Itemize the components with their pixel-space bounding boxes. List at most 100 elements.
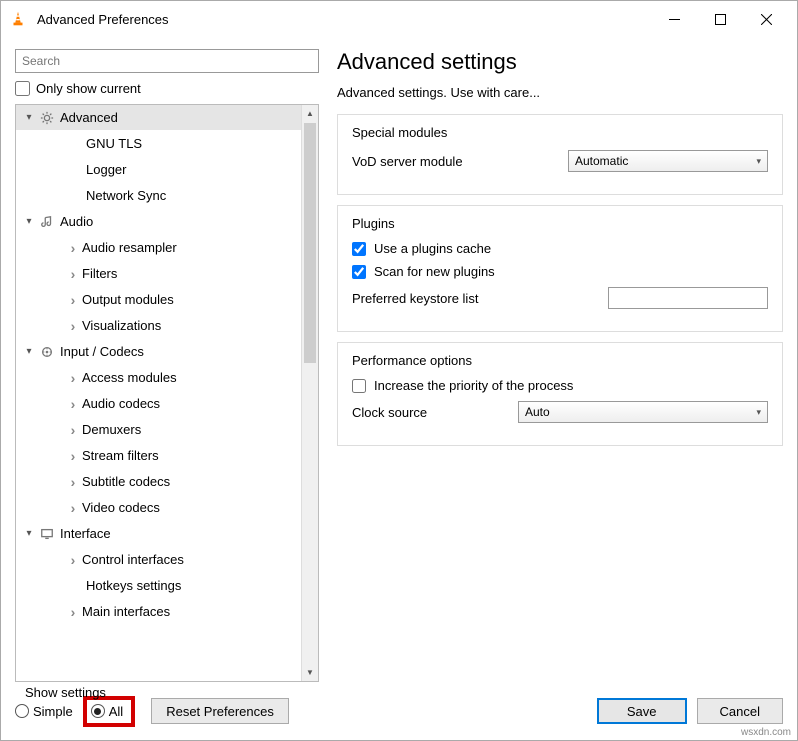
tree-item-advanced[interactable]: Advanced [16, 105, 318, 131]
interface-icon [38, 526, 56, 542]
search-input[interactable] [15, 49, 319, 73]
chevron-down-icon [22, 112, 36, 123]
vod-label: VoD server module [352, 154, 568, 169]
sidebar: Only show current Advanced GNU TLS Logger N… [15, 49, 319, 682]
chevron-right-icon [66, 266, 80, 282]
gear-icon [38, 110, 56, 126]
tree-item-label: Demuxers [82, 422, 141, 437]
simple-radio[interactable]: Simple [15, 704, 73, 719]
tree-item-label: Audio resampler [82, 240, 177, 255]
tree-item-subtitle-codecs[interactable]: Subtitle codecs [16, 469, 318, 495]
page-title: Advanced settings [337, 49, 783, 75]
performance-group: Performance options Increase the priorit… [337, 342, 783, 446]
tree-item-filters[interactable]: Filters [16, 261, 318, 287]
plugins-cache-checkbox[interactable]: Use a plugins cache [352, 241, 768, 256]
tree-item-input-codecs[interactable]: Input / Codecs [16, 339, 318, 365]
keystore-label: Preferred keystore list [352, 291, 608, 306]
tree-item-demuxers[interactable]: Demuxers [16, 417, 318, 443]
clock-source-combo[interactable]: Auto [518, 401, 768, 423]
special-modules-group: Special modules VoD server module Automa… [337, 114, 783, 195]
chevron-down-icon [22, 216, 36, 227]
chevron-down-icon [22, 346, 36, 357]
tree-item-label: Network Sync [86, 188, 166, 203]
codec-icon [38, 344, 56, 360]
maximize-button[interactable] [697, 4, 743, 34]
scroll-up-arrow[interactable]: ▲ [302, 105, 318, 122]
all-radio-highlight: All [83, 696, 135, 727]
tree-item-label: Input / Codecs [60, 344, 144, 359]
plugins-scan-checkbox[interactable]: Scan for new plugins [352, 264, 768, 279]
tree-item-label: Visualizations [82, 318, 161, 333]
tree-item-interface[interactable]: Interface [16, 521, 318, 547]
tree-item-logger[interactable]: Logger [16, 157, 318, 183]
tree-item-label: Hotkeys settings [86, 578, 181, 593]
priority-checkbox[interactable]: Increase the priority of the process [352, 378, 768, 393]
tree-item-label: Subtitle codecs [82, 474, 170, 489]
show-settings-label: Show settings [25, 685, 106, 700]
tree-item-audio-codecs[interactable]: Audio codecs [16, 391, 318, 417]
tree-item-label: Access modules [82, 370, 177, 385]
chevron-right-icon [66, 552, 80, 568]
chevron-right-icon [66, 604, 80, 620]
title-bar: Advanced Preferences [1, 1, 797, 37]
tree-item-network-sync[interactable]: Network Sync [16, 183, 318, 209]
all-radio[interactable]: All [91, 704, 123, 719]
chevron-down-icon [22, 528, 36, 539]
content-area: Only show current Advanced GNU TLS Logger N… [1, 37, 797, 682]
reset-preferences-button[interactable]: Reset Preferences [151, 698, 289, 724]
vlc-cone-icon [9, 10, 27, 28]
chevron-right-icon [66, 448, 80, 464]
chevron-right-icon [66, 474, 80, 490]
chevron-right-icon [66, 370, 80, 386]
tree-item-audio-resampler[interactable]: Audio resampler [16, 235, 318, 261]
tree-item-audio[interactable]: Audio [16, 209, 318, 235]
chevron-right-icon [66, 318, 80, 334]
tree-item-label: Control interfaces [82, 552, 184, 567]
tree-item-label: Main interfaces [82, 604, 170, 619]
tree-item-label: Video codecs [82, 500, 160, 515]
main-panel: Advanced settings Advanced settings. Use… [337, 49, 783, 682]
tree-item-label: Filters [82, 266, 117, 281]
tree-item-visualizations[interactable]: Visualizations [16, 313, 318, 339]
settings-tree: Advanced GNU TLS Logger Network Sync Audio Au… [15, 104, 319, 682]
keystore-input[interactable] [608, 287, 768, 309]
scroll-down-arrow[interactable]: ▼ [302, 664, 318, 681]
group-title: Special modules [352, 125, 768, 140]
tree-item-output-modules[interactable]: Output modules [16, 287, 318, 313]
page-subtitle: Advanced settings. Use with care... [337, 85, 783, 100]
chevron-right-icon [66, 292, 80, 308]
minimize-button[interactable] [651, 4, 697, 34]
scroll-thumb[interactable] [304, 123, 316, 363]
chevron-right-icon [66, 422, 80, 438]
watermark: wsxdn.com [741, 727, 791, 738]
tree-item-label: Interface [60, 526, 111, 541]
audio-icon [38, 214, 56, 230]
chevron-right-icon [66, 396, 80, 412]
tree-item-video-codecs[interactable]: Video codecs [16, 495, 318, 521]
footer-bar: Show settings Simple All Reset Preferenc… [1, 682, 797, 740]
tree-item-label: Audio [60, 214, 93, 229]
cancel-button[interactable]: Cancel [697, 698, 783, 724]
chevron-right-icon [66, 240, 80, 256]
tree-item-label: Logger [86, 162, 126, 177]
tree-item-main-interfaces[interactable]: Main interfaces [16, 599, 318, 625]
only-show-current-checkbox[interactable]: Only show current [15, 81, 319, 96]
tree-scrollbar[interactable]: ▲ ▼ [301, 105, 318, 681]
tree-item-access-modules[interactable]: Access modules [16, 365, 318, 391]
vod-server-combo[interactable]: Automatic [568, 150, 768, 172]
tree-item-label: Audio codecs [82, 396, 160, 411]
chevron-right-icon [66, 500, 80, 516]
tree-item-gnu-tls[interactable]: GNU TLS [16, 131, 318, 157]
tree-item-label: Output modules [82, 292, 174, 307]
tree-item-label: Stream filters [82, 448, 159, 463]
tree-item-stream-filters[interactable]: Stream filters [16, 443, 318, 469]
close-button[interactable] [743, 4, 789, 34]
tree-item-control-interfaces[interactable]: Control interfaces [16, 547, 318, 573]
group-title: Plugins [352, 216, 768, 231]
save-button[interactable]: Save [597, 698, 687, 724]
tree-item-label: Advanced [60, 110, 118, 125]
plugins-group: Plugins Use a plugins cache Scan for new… [337, 205, 783, 332]
tree-item-label: GNU TLS [86, 136, 142, 151]
tree-item-hotkeys-settings[interactable]: Hotkeys settings [16, 573, 318, 599]
window-title: Advanced Preferences [37, 12, 651, 27]
